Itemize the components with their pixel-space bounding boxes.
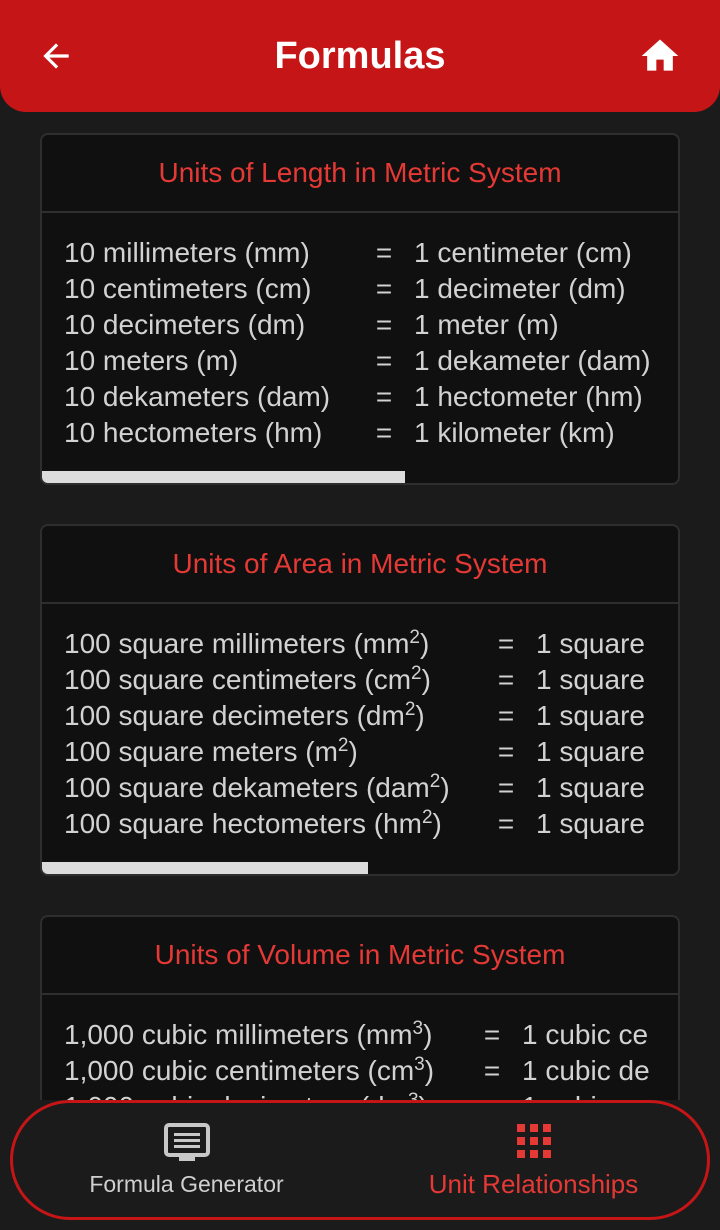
row-lhs: 1,000 cubic millimeters (mm3) xyxy=(64,1018,433,1050)
row-lhs: 10 meters (m) xyxy=(64,345,239,376)
row-lhs: 100 square dekameters (dam2) xyxy=(64,771,450,803)
row-equals: = xyxy=(497,736,515,767)
length-rows: 10 millimeters (mm) = 1 centimeter (cm) … xyxy=(64,235,656,451)
horizontal-scrollbar[interactable] xyxy=(42,471,405,483)
arrow-left-icon xyxy=(43,43,69,69)
row-lhs: 10 centimeters (cm) xyxy=(64,273,312,304)
row-rhs: 1 hectometer (hm) xyxy=(414,381,643,412)
volume-rows: 1,000 cubic millimeters (mm3) = 1 cubic … xyxy=(64,1017,656,1100)
card-body[interactable]: 100 square millimeters (mm2) = 1 square … xyxy=(42,604,678,874)
formula-generator-icon xyxy=(163,1122,210,1161)
grid-icon xyxy=(516,1123,551,1158)
card-title: Units of Area in Metric System xyxy=(42,526,678,604)
row-lhs: 100 square decimeters (dm2) xyxy=(64,699,425,731)
nav-label: Formula Generator xyxy=(89,1170,284,1197)
table-row: 10 dekameters (dam) = 1 hectometer (hm) xyxy=(64,379,656,415)
table-row: 1,000 cubic decimeters (dm3) = 1 cubic xyxy=(64,1089,656,1100)
table-row: 100 square centimeters (cm2) = 1 square xyxy=(64,662,656,698)
volume-card: Units of Volume in Metric System 1,000 c… xyxy=(40,915,680,1100)
area-rows: 100 square millimeters (mm2) = 1 square … xyxy=(64,626,656,842)
row-equals: = xyxy=(497,700,515,731)
app-header: Formulas xyxy=(0,0,720,112)
page-title: Formulas xyxy=(274,34,446,77)
row-rhs: 1 square xyxy=(536,664,645,695)
table-row: 10 decimeters (dm) = 1 meter (m) xyxy=(64,307,656,343)
row-rhs: 1 square xyxy=(536,700,645,731)
table-row: 100 square meters (m2) = 1 square xyxy=(64,734,656,770)
row-rhs: 1 centimeter (cm) xyxy=(414,237,632,268)
table-row: 100 square hectometers (hm2) = 1 square xyxy=(64,806,656,842)
row-lhs: 1,000 cubic decimeters (dm3) xyxy=(64,1089,462,1100)
row-equals: = xyxy=(375,273,393,304)
row-lhs: 10 decimeters (dm) xyxy=(64,309,306,340)
row-rhs: 1 dekameter (dam) xyxy=(414,345,651,376)
formula-list[interactable]: Units of Length in Metric System 10 mill… xyxy=(0,112,720,1100)
card-body[interactable]: 10 millimeters (mm) = 1 centimeter (cm) … xyxy=(42,213,678,483)
nav-unit-relationships[interactable]: Unit Relationships xyxy=(360,1103,707,1217)
row-lhs: 10 millimeters (mm) xyxy=(64,237,310,268)
row-rhs: 1 cubic xyxy=(522,1089,611,1100)
horizontal-scrollbar[interactable] xyxy=(42,862,368,874)
row-equals: = xyxy=(497,772,515,803)
row-equals: = xyxy=(375,381,393,412)
card-title: Units of Volume in Metric System xyxy=(42,917,678,995)
row-rhs: 1 cubic de xyxy=(522,1055,650,1086)
length-card: Units of Length in Metric System 10 mill… xyxy=(40,133,680,485)
row-rhs: 1 square xyxy=(536,736,645,767)
row-rhs: 1 square xyxy=(536,628,645,659)
row-equals: = xyxy=(497,808,515,839)
nav-formula-generator[interactable]: Formula Generator xyxy=(13,1103,360,1217)
table-row: 10 centimeters (cm) = 1 decimeter (dm) xyxy=(64,271,656,307)
row-lhs: 100 square centimeters (cm2) xyxy=(64,663,431,695)
row-equals: = xyxy=(375,345,393,376)
row-lhs: 100 square millimeters (mm2) xyxy=(64,627,430,659)
row-rhs: 1 decimeter (dm) xyxy=(414,273,626,304)
table-row: 10 millimeters (mm) = 1 centimeter (cm) xyxy=(64,235,656,271)
row-lhs: 1,000 cubic centimeters (cm3) xyxy=(64,1054,435,1086)
row-rhs: 1 square xyxy=(536,808,645,839)
area-card: Units of Area in Metric System 100 squar… xyxy=(40,524,680,876)
bottom-navigation: Formula Generator Unit Relationships xyxy=(10,1100,710,1220)
table-row: 10 meters (m) = 1 dekameter (dam) xyxy=(64,343,656,379)
table-row: 100 square dekameters (dam2) = 1 square xyxy=(64,770,656,806)
card-body[interactable]: 1,000 cubic millimeters (mm3) = 1 cubic … xyxy=(42,995,678,1100)
row-equals: = xyxy=(483,1055,501,1086)
row-equals: = xyxy=(497,664,515,695)
row-lhs: 10 hectometers (hm) xyxy=(64,417,323,448)
row-equals: = xyxy=(483,1019,501,1050)
row-rhs: 1 kilometer (km) xyxy=(414,417,615,448)
row-equals: = xyxy=(375,309,393,340)
row-lhs: 100 square meters (m2) xyxy=(64,735,358,767)
nav-label: Unit Relationships xyxy=(428,1168,639,1199)
card-title: Units of Length in Metric System xyxy=(42,135,678,213)
row-equals: = xyxy=(462,1089,522,1100)
table-row: 100 square millimeters (mm2) = 1 square xyxy=(64,626,656,662)
back-button[interactable] xyxy=(30,30,82,82)
row-equals: = xyxy=(375,417,393,448)
table-row: 1,000 cubic millimeters (mm3) = 1 cubic … xyxy=(64,1017,656,1053)
home-icon xyxy=(641,39,679,71)
app-root: Formulas Units of Length in Metric Syste… xyxy=(0,0,720,1230)
row-rhs: 1 meter (m) xyxy=(414,309,559,340)
row-lhs: 10 dekameters (dam) xyxy=(64,381,331,412)
row-lhs: 100 square hectometers (hm2) xyxy=(64,807,442,839)
row-rhs: 1 cubic ce xyxy=(522,1019,649,1050)
table-row: 100 square decimeters (dm2) = 1 square xyxy=(64,698,656,734)
row-equals: = xyxy=(375,237,393,268)
home-button[interactable] xyxy=(634,30,686,82)
table-row: 1,000 cubic centimeters (cm3) = 1 cubic … xyxy=(64,1053,656,1089)
row-rhs: 1 square xyxy=(536,772,645,803)
table-row: 10 hectometers (hm) = 1 kilometer (km) xyxy=(64,415,656,451)
row-equals: = xyxy=(497,628,515,659)
